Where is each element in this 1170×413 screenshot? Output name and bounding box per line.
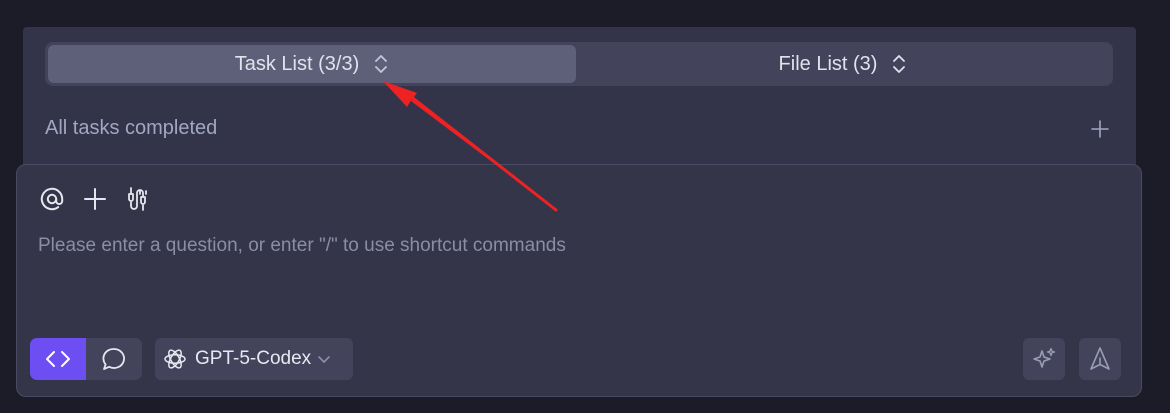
mode-switch [30,338,142,380]
sparkle-icon [1033,347,1056,368]
send-button[interactable] [1079,338,1121,380]
question-input[interactable] [38,235,1118,295]
tab-file-list-label: File List (3) [778,52,878,75]
plug-icon [128,187,147,211]
plus-icon [84,188,106,210]
tab-task-list-label: Task List (3/3) [234,52,360,75]
tab-task-list-toggle-icon[interactable] [373,53,389,75]
task-status-text: All tasks completed [45,117,218,139]
chat-mode-button[interactable] [86,338,142,380]
composer: GPT-5-Codex [16,164,1142,397]
tab-file-list-toggle-icon[interactable] [891,53,907,75]
plugin-button[interactable] [123,185,151,213]
task-panel: Task List (3/3) File List (3) All tasks … [23,27,1136,187]
enhance-prompt-button[interactable] [1023,338,1065,380]
plus-icon [1091,120,1109,138]
model-name: GPT-5-Codex [195,348,312,369]
chat-bubble-icon [102,348,125,370]
send-icon [1090,347,1110,370]
mention-button[interactable] [38,185,66,213]
tab-bar: Task List (3/3) File List (3) [45,42,1113,86]
openai-logo-icon [163,347,187,371]
add-task-button[interactable] [1087,116,1113,142]
tab-task-list[interactable]: Task List (3/3) [48,45,576,83]
add-context-button[interactable] [81,185,109,213]
chevron-down-icon [317,354,331,364]
tab-file-list[interactable]: File List (3) [576,45,1110,83]
model-selector[interactable]: GPT-5-Codex [155,338,353,380]
at-mention-icon [40,187,64,211]
code-icon [46,351,70,367]
code-mode-button[interactable] [30,338,86,380]
